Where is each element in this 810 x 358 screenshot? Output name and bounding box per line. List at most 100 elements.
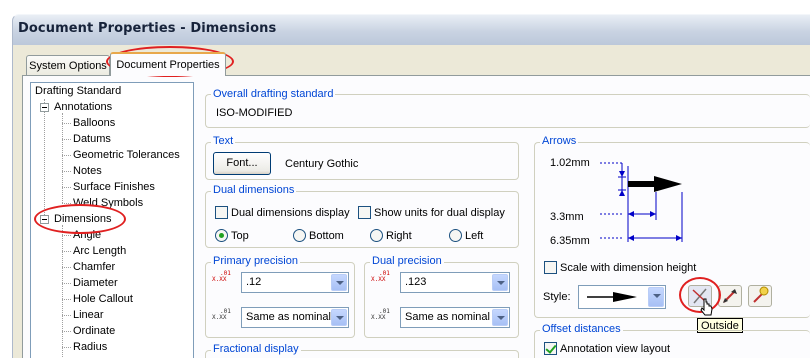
tree-item-hole-callout[interactable]: Hole Callout bbox=[73, 293, 133, 305]
tree-branch bbox=[62, 251, 71, 252]
tree-item-linear[interactable]: Linear bbox=[73, 309, 104, 321]
dual-tolerance-select[interactable]: Same as nominal bbox=[400, 307, 510, 328]
dual-display-label[interactable]: Dual dimensions display bbox=[231, 207, 350, 219]
tree-item-dimensions[interactable]: Dimensions bbox=[54, 213, 111, 225]
precision-icon-line-b: X.XX bbox=[371, 276, 386, 283]
tree-item-annotations[interactable]: Annotations bbox=[54, 101, 112, 113]
group-label: Dual dimensions bbox=[211, 184, 297, 196]
group-label: Arrows bbox=[540, 135, 579, 147]
group-label: Text bbox=[211, 135, 236, 147]
chevron-down-icon[interactable] bbox=[492, 309, 508, 326]
smart-arrows-icon bbox=[753, 286, 769, 303]
radio-top-label[interactable]: Top bbox=[231, 230, 249, 242]
tree-item-chamfer[interactable]: Chamfer bbox=[73, 261, 115, 273]
show-units-label[interactable]: Show units for dual display bbox=[374, 207, 505, 219]
arrow-dimension-diagram bbox=[600, 162, 683, 242]
options-tree[interactable]: Drafting Standard Annotations Balloons D… bbox=[30, 82, 194, 358]
radio-left-label[interactable]: Left bbox=[465, 230, 483, 242]
primary-tolerance-select[interactable]: Same as nominal bbox=[241, 307, 349, 328]
dual-precision-value: .123 bbox=[405, 276, 427, 288]
radio-top[interactable] bbox=[215, 229, 228, 242]
tree-line bbox=[44, 99, 45, 217]
precision-icon: .01 X.XX bbox=[371, 271, 391, 289]
tree-item-surface-finishes[interactable]: Surface Finishes bbox=[73, 181, 155, 193]
primary-precision-value: .12 bbox=[246, 276, 262, 288]
arrow-dim-3: 6.35mm bbox=[550, 235, 590, 247]
show-units-checkbox[interactable] bbox=[358, 206, 371, 219]
tree-item-datums[interactable]: Datums bbox=[73, 133, 111, 145]
arrow-dim-1: 1.02mm bbox=[550, 157, 590, 169]
tolerance-icon-line-b: X.XX bbox=[212, 314, 227, 321]
tab-document-properties[interactable]: Document Properties bbox=[110, 52, 226, 76]
arrow-inside-button[interactable] bbox=[718, 285, 742, 307]
chevron-down-icon[interactable] bbox=[331, 274, 347, 291]
annotation-view-layout-checkbox[interactable] bbox=[544, 342, 557, 355]
primary-tolerance-value: Same as nominal bbox=[246, 311, 331, 323]
collapse-icon[interactable] bbox=[40, 215, 49, 224]
tree-branch bbox=[62, 171, 71, 172]
tree-branch bbox=[62, 267, 71, 268]
standard-value: ISO-MODIFIED bbox=[216, 107, 293, 119]
tree-branch bbox=[62, 331, 71, 332]
window-title: Document Properties - Dimensions bbox=[18, 21, 277, 36]
arrow-style-preview-icon bbox=[587, 292, 637, 302]
chevron-down-icon[interactable] bbox=[331, 309, 347, 326]
tree-item-diameter[interactable]: Diameter bbox=[73, 277, 118, 289]
tree-branch bbox=[62, 283, 71, 284]
tree-branch bbox=[62, 203, 71, 204]
chevron-down-icon[interactable] bbox=[492, 274, 508, 291]
group-label: Primary precision bbox=[211, 255, 300, 267]
font-button[interactable]: Font... bbox=[213, 152, 271, 175]
arrow-smart-button[interactable] bbox=[748, 285, 772, 307]
tolerance-precision-icon: .01 X.XX bbox=[212, 309, 232, 327]
tree-branch bbox=[62, 299, 71, 300]
scale-with-height-checkbox[interactable] bbox=[544, 261, 557, 274]
radio-left[interactable] bbox=[449, 229, 462, 242]
tree-branch bbox=[62, 123, 71, 124]
tree-item-arc-length[interactable]: Arc Length bbox=[73, 245, 126, 257]
annotation-view-layout-label[interactable]: Annotation view layout bbox=[560, 343, 670, 355]
style-label: Style: bbox=[543, 291, 571, 303]
scale-with-height-label[interactable]: Scale with dimension height bbox=[560, 262, 696, 274]
mouse-cursor-icon bbox=[700, 298, 713, 316]
radio-right[interactable] bbox=[370, 229, 383, 242]
radio-bottom-label[interactable]: Bottom bbox=[309, 230, 344, 242]
tree-item-drafting-standard[interactable]: Drafting Standard bbox=[35, 85, 121, 97]
group-label: Overall drafting standard bbox=[211, 88, 336, 100]
tree-branch bbox=[62, 347, 71, 348]
tolerance-precision-icon: .01 X.XX bbox=[371, 309, 391, 327]
dual-precision-select[interactable]: .123 bbox=[400, 272, 510, 293]
tree-item-radius[interactable]: Radius bbox=[73, 341, 107, 353]
tree-item-angle[interactable]: Angle bbox=[73, 229, 101, 241]
tree-item-weld-symbols[interactable]: Weld Symbols bbox=[73, 197, 143, 209]
tree-branch bbox=[62, 155, 71, 156]
arrow-style-select[interactable] bbox=[578, 285, 666, 309]
group-label: Dual precision bbox=[370, 255, 444, 267]
tree-item-geometric-tolerances[interactable]: Geometric Tolerances bbox=[73, 149, 180, 161]
tab-system-options[interactable]: System Options bbox=[26, 55, 110, 76]
inside-arrows-icon bbox=[723, 289, 737, 303]
dual-display-checkbox[interactable] bbox=[215, 206, 228, 219]
tree-item-balloons[interactable]: Balloons bbox=[73, 117, 115, 129]
tree-branch bbox=[62, 235, 71, 236]
chevron-down-icon[interactable] bbox=[648, 287, 664, 307]
group-label: Fractional display bbox=[211, 343, 301, 355]
dual-tolerance-value: Same as nominal bbox=[405, 311, 490, 323]
tree-item-ordinate[interactable]: Ordinate bbox=[73, 325, 115, 337]
radio-bottom[interactable] bbox=[293, 229, 306, 242]
collapse-icon[interactable] bbox=[40, 103, 49, 112]
precision-icon-line-b: X.XX bbox=[212, 276, 227, 283]
tree-branch bbox=[62, 139, 71, 140]
group-label: Offset distances bbox=[540, 323, 623, 335]
font-name: Century Gothic bbox=[285, 158, 359, 170]
radio-right-label[interactable]: Right bbox=[386, 230, 412, 242]
tree-line bbox=[62, 225, 63, 358]
tolerance-icon-line-b: X.XX bbox=[371, 314, 386, 321]
tree-line bbox=[62, 113, 63, 203]
tree-item-notes[interactable]: Notes bbox=[73, 165, 102, 177]
tree-branch bbox=[62, 315, 71, 316]
primary-precision-select[interactable]: .12 bbox=[241, 272, 349, 293]
precision-icon: .01 X.XX bbox=[212, 271, 232, 289]
arrow-dim-2: 3.3mm bbox=[550, 211, 584, 223]
tree-branch bbox=[62, 187, 71, 188]
